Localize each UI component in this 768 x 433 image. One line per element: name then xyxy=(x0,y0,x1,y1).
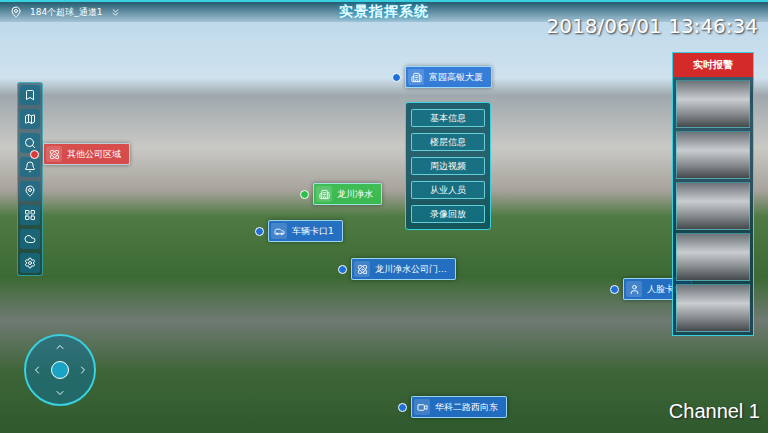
info-menu: 基本信息楼层信息周边视频从业人员录像回放 xyxy=(405,102,491,230)
label-icon-box xyxy=(626,281,642,297)
alarm-header: 实时报警 xyxy=(673,53,753,77)
pin-dot xyxy=(255,227,264,236)
label-text: 车辆卡口1 xyxy=(292,225,334,238)
pin-dot xyxy=(300,190,309,199)
menu-item[interactable]: 基本信息 xyxy=(411,109,485,127)
grid-icon xyxy=(24,209,36,221)
ptz-center[interactable] xyxy=(51,361,69,379)
right-arrow-icon[interactable] xyxy=(77,364,89,376)
map-pin[interactable]: 车辆卡口1 xyxy=(255,220,343,242)
car-icon xyxy=(274,226,285,237)
camera-icon xyxy=(417,402,428,413)
label-text: 华科二路西向东 xyxy=(435,401,498,414)
alarm-icon xyxy=(24,161,36,173)
pin-label[interactable]: 龙川净水公司门… xyxy=(351,258,456,280)
building-icon xyxy=(411,72,422,83)
dropdown-icon[interactable] xyxy=(110,7,121,18)
video-frame xyxy=(0,0,768,433)
label-text: 富园高银大厦 xyxy=(429,71,483,84)
location-icon xyxy=(10,6,22,18)
alarm-snapshot[interactable] xyxy=(676,233,750,281)
sidebar-item[interactable] xyxy=(20,181,40,201)
menu-item[interactable]: 周边视频 xyxy=(411,157,485,175)
pin-label[interactable]: 龙川净水 xyxy=(313,183,382,205)
up-arrow-icon[interactable] xyxy=(54,341,66,353)
live-view-screen: 184个超球_通道1 实景指挥系统2018/06/01 13:46:34 Chann… xyxy=(0,0,768,433)
label-icon-box xyxy=(354,261,370,277)
sidebar-item[interactable] xyxy=(20,253,40,273)
ptz-control[interactable] xyxy=(24,334,96,406)
face-icon xyxy=(629,284,640,295)
area-icon xyxy=(357,264,368,275)
channel-name: 184个超球_通道1 xyxy=(30,6,102,19)
alarm-snapshot[interactable] xyxy=(676,80,750,128)
pin-dot xyxy=(30,150,39,159)
cloud-icon xyxy=(24,233,36,245)
menu-item[interactable]: 从业人员 xyxy=(411,181,485,199)
sidebar-item[interactable] xyxy=(20,157,40,177)
label-icon-box xyxy=(271,223,287,239)
label-icon-box xyxy=(414,399,430,415)
left-arrow-icon[interactable] xyxy=(31,364,43,376)
label-icon-box xyxy=(408,69,424,85)
pin-label[interactable]: 其他公司区域 xyxy=(43,143,130,165)
map-pin[interactable]: 龙川净水公司门… xyxy=(338,258,456,280)
alarm-snapshot[interactable] xyxy=(676,284,750,332)
sidebar-item[interactable] xyxy=(20,205,40,225)
settings-icon xyxy=(24,257,36,269)
map-pin[interactable]: 华科二路西向东 xyxy=(398,396,507,418)
pin-dot xyxy=(398,403,407,412)
label-icon-box xyxy=(46,146,62,162)
sidebar-item[interactable] xyxy=(20,85,40,105)
bookmark-icon xyxy=(24,89,36,101)
building-icon xyxy=(319,189,330,200)
location-icon xyxy=(24,185,36,197)
map-pin[interactable]: 龙川净水 xyxy=(300,183,382,205)
label-icon-box xyxy=(316,186,332,202)
pin-label[interactable]: 富园高银大厦 xyxy=(405,66,492,88)
alarm-snapshot[interactable] xyxy=(676,131,750,179)
label-text: 其他公司区域 xyxy=(67,148,121,161)
video-timestamp: 2018/06/01 13:46:34 xyxy=(547,14,758,38)
menu-item[interactable]: 楼层信息 xyxy=(411,133,485,151)
pin-dot xyxy=(338,265,347,274)
system-title: 实景指挥系统 xyxy=(210,3,558,21)
sidebar-item[interactable] xyxy=(20,229,40,249)
alarm-snapshot[interactable] xyxy=(676,182,750,230)
down-arrow-icon[interactable] xyxy=(54,387,66,399)
area-icon xyxy=(49,149,60,160)
label-text: 龙川净水公司门… xyxy=(375,263,447,276)
sidebar xyxy=(17,82,43,276)
video-channel: Channel 1 xyxy=(669,400,760,423)
pin-label[interactable]: 车辆卡口1 xyxy=(268,220,343,242)
label-text: 龙川净水 xyxy=(337,188,373,201)
pin-dot xyxy=(392,73,401,82)
search-icon xyxy=(24,137,36,149)
menu-item[interactable]: 录像回放 xyxy=(411,205,485,223)
pin-dot xyxy=(610,285,619,294)
sidebar-item[interactable] xyxy=(20,109,40,129)
map-pin[interactable]: 富园高银大厦 xyxy=(392,66,492,88)
alarm-panel: 实时报警 xyxy=(672,52,754,336)
channel-select[interactable]: 184个超球_通道1 xyxy=(10,6,210,19)
pin-label[interactable]: 华科二路西向东 xyxy=(411,396,507,418)
map-pin[interactable]: 其他公司区域 xyxy=(30,143,130,165)
map-icon xyxy=(24,113,36,125)
